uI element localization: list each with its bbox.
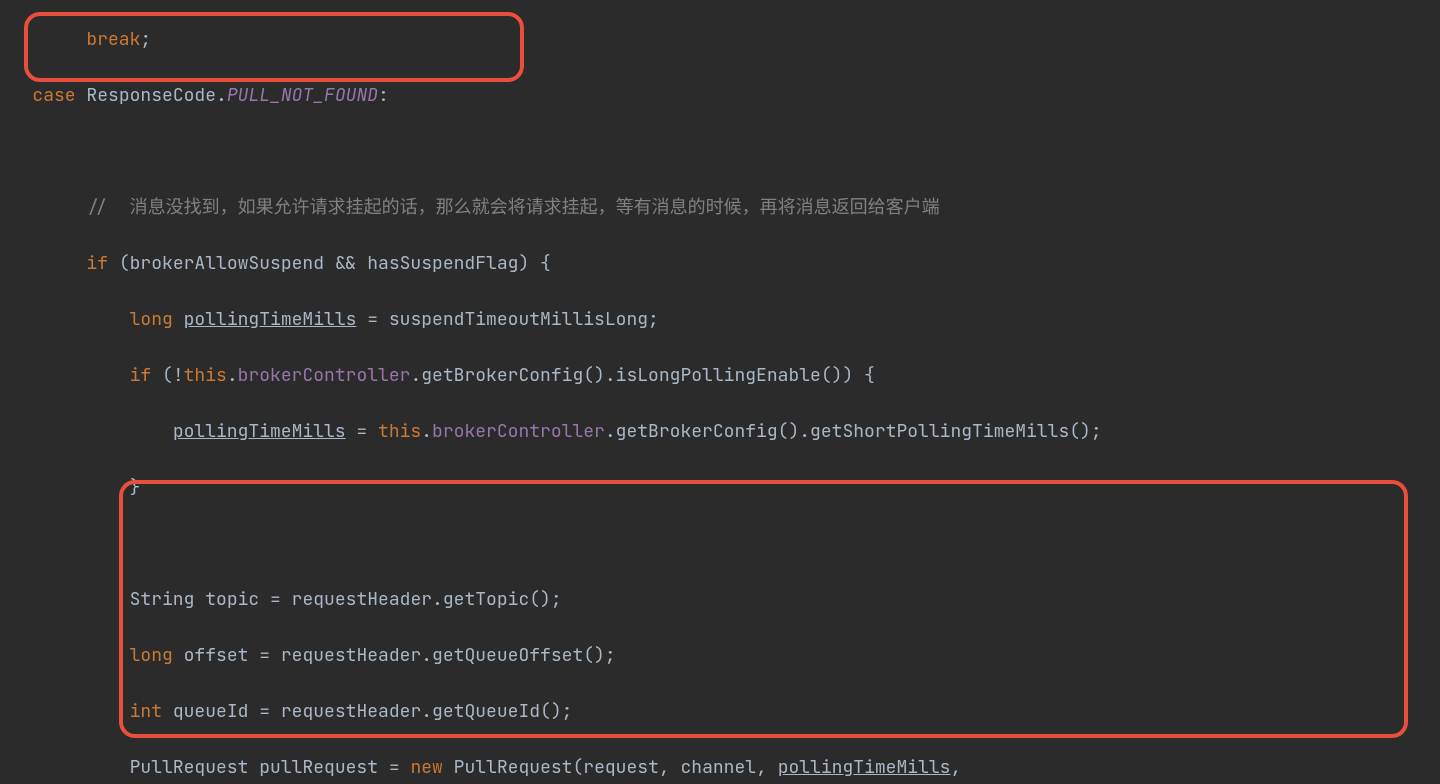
code-line[interactable]: if (brokerAllowSuspend && hasSuspendFlag… bbox=[0, 247, 1440, 280]
code-line[interactable]: break; bbox=[0, 23, 1440, 56]
code-line[interactable]: case ResponseCode.PULL_NOT_FOUND: bbox=[0, 79, 1440, 112]
code-line[interactable]: int queueId = requestHeader.getQueueId()… bbox=[0, 695, 1440, 728]
code-line[interactable]: long offset = requestHeader.getQueueOffs… bbox=[0, 639, 1440, 672]
code-editor[interactable]: break; case ResponseCode.PULL_NOT_FOUND:… bbox=[0, 0, 1440, 784]
code-line[interactable] bbox=[0, 527, 1440, 560]
keyword-case: case bbox=[32, 84, 75, 107]
code-line[interactable]: if (!this.brokerController.getBrokerConf… bbox=[0, 359, 1440, 392]
code-line[interactable]: // 消息没找到，如果允许请求挂起的话，那么就会将请求挂起，等有消息的时候，再将… bbox=[0, 191, 1440, 224]
keyword-break: break bbox=[86, 28, 140, 51]
code-line[interactable]: String topic = requestHeader.getTopic(); bbox=[0, 583, 1440, 616]
code-line[interactable]: PullRequest pullRequest = new PullReques… bbox=[0, 751, 1440, 784]
code-line[interactable]: } bbox=[0, 471, 1440, 504]
code-line[interactable]: long pollingTimeMills = suspendTimeoutMi… bbox=[0, 303, 1440, 336]
constant-pull-not-found: PULL_NOT_FOUND bbox=[227, 84, 378, 107]
code-line[interactable]: pollingTimeMills = this.brokerController… bbox=[0, 415, 1440, 448]
code-line[interactable] bbox=[0, 135, 1440, 168]
comment: // 消息没找到，如果允许请求挂起的话，那么就会将请求挂起，等有消息的时候，再将… bbox=[86, 196, 939, 219]
